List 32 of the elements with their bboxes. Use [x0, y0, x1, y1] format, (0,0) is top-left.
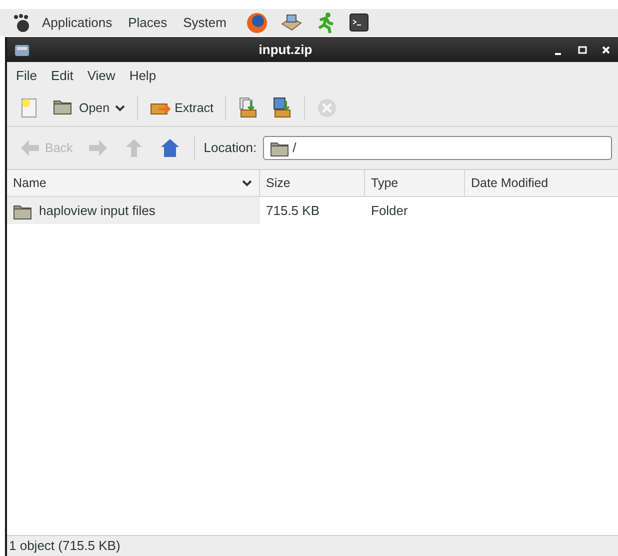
- stop-icon: [316, 97, 338, 119]
- sort-caret-icon: [241, 178, 253, 188]
- menu-item[interactable]: Help: [122, 66, 164, 86]
- status-text: 1 object (715.5 KB): [9, 537, 120, 556]
- column-header[interactable]: Date Modified: [465, 170, 618, 196]
- window-title: input.zip: [258, 40, 314, 59]
- panel-menu[interactable]: Places: [122, 12, 174, 32]
- house-icon: [158, 137, 181, 159]
- foot-icon[interactable]: [12, 12, 32, 32]
- table-cell-text: Folder: [371, 202, 408, 220]
- extract-button[interactable]: Extract: [144, 94, 218, 122]
- menu-item[interactable]: File: [9, 66, 44, 86]
- open-button[interactable]: Open: [49, 94, 130, 122]
- close-icon[interactable]: [600, 44, 612, 56]
- maximize-icon[interactable]: [576, 44, 588, 56]
- panel-menu[interactable]: Applications: [36, 12, 118, 32]
- right-arrow-icon: [86, 137, 109, 159]
- panel-menu[interactable]: System: [177, 12, 232, 32]
- column-header[interactable]: Type: [365, 170, 465, 196]
- table-cell-text: 715.5 KB: [266, 202, 320, 220]
- globe-icon[interactable]: [246, 12, 268, 34]
- location-field[interactable]: /: [262, 136, 612, 160]
- menu-item[interactable]: Edit: [44, 66, 80, 86]
- column-header[interactable]: Size: [260, 170, 365, 196]
- location-label: Location:: [204, 139, 257, 158]
- folder-box-icon: [270, 97, 292, 119]
- package-icon[interactable]: [280, 12, 302, 34]
- menu-item[interactable]: View: [80, 66, 122, 86]
- terminal-icon[interactable]: [348, 12, 370, 34]
- documents-box-icon: [236, 97, 258, 119]
- caret-icon: [114, 103, 126, 113]
- column-header[interactable]: Name: [7, 170, 260, 196]
